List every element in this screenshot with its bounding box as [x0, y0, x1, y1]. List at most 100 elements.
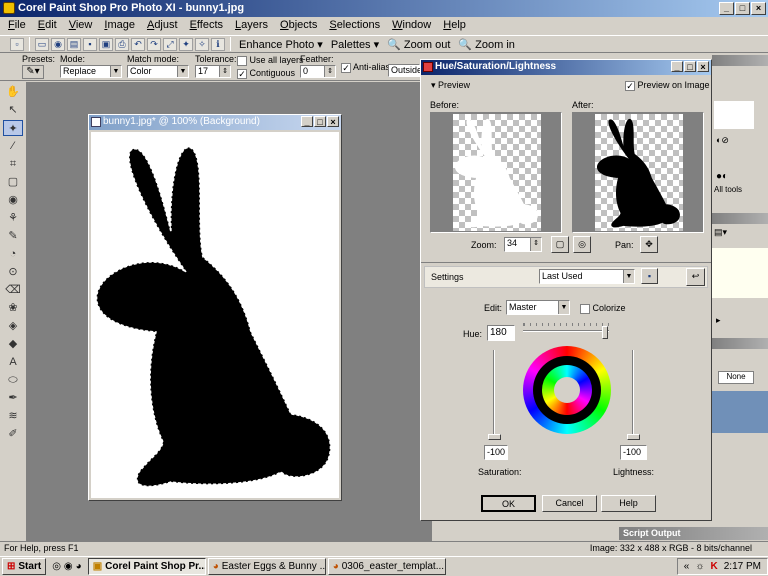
menu-window[interactable]: Window: [386, 17, 437, 35]
one-step-fix-icon[interactable]: ✦: [179, 37, 193, 51]
colorize-checkbox[interactable]: Colorize: [580, 303, 626, 314]
dialog-minimize-button[interactable]: _: [671, 61, 683, 72]
save-preset-button[interactable]: ▪: [641, 268, 658, 284]
color-wheel[interactable]: [523, 346, 611, 434]
help-button[interactable]: Help: [601, 495, 656, 512]
zoom-field[interactable]: 34 ⇕: [504, 237, 542, 252]
smart-fix-icon[interactable]: ✧: [195, 37, 209, 51]
zoom-in-button[interactable]: 🔍 Zoom in: [455, 38, 518, 51]
none-field[interactable]: None: [718, 371, 754, 384]
hue-slider[interactable]: [523, 323, 609, 340]
menu-selections[interactable]: Selections: [323, 17, 386, 35]
menu-image[interactable]: Image: [98, 17, 141, 35]
open-folder-icon[interactable]: ▭: [35, 37, 49, 51]
red-eye-tool-icon[interactable]: ◉: [3, 192, 23, 208]
menu-view[interactable]: View: [63, 17, 99, 35]
reset-button[interactable]: ↩: [686, 268, 705, 286]
menu-edit[interactable]: Edit: [32, 17, 63, 35]
maximize-button[interactable]: □: [735, 2, 750, 15]
contiguous-checkbox[interactable]: ✓ Contiguous: [237, 68, 295, 79]
browser-icon[interactable]: ◎: [52, 561, 61, 572]
move-tool-icon[interactable]: ▢: [3, 174, 23, 190]
media-icon[interactable]: ◉: [64, 561, 73, 572]
fill-tool-icon[interactable]: ◈: [3, 318, 23, 334]
oil-brush-icon[interactable]: ✐: [3, 426, 23, 442]
zoom-out-button[interactable]: 🔍 Zoom out: [384, 38, 453, 51]
settings-select[interactable]: Last Used ▼: [539, 269, 635, 284]
task-easter-template[interactable]: ◕ 0306_easter_templat...: [327, 558, 446, 575]
browse-icon[interactable]: ◉: [51, 37, 65, 51]
tray-k-icon[interactable]: K: [711, 561, 718, 572]
palettes-button[interactable]: Palettes ▾: [328, 38, 382, 51]
preset-shape-icon[interactable]: ⬭: [3, 372, 23, 388]
saturation-slider-thumb[interactable]: [488, 434, 501, 440]
pick-tool-icon[interactable]: ↖: [3, 102, 23, 118]
firefox-icon[interactable]: ◕: [76, 561, 82, 572]
info-icon[interactable]: ℹ: [211, 37, 225, 51]
menu-file[interactable]: File: [2, 17, 32, 35]
close-button[interactable]: ×: [751, 2, 766, 15]
hue-slider-thumb[interactable]: [602, 326, 609, 339]
task-paintshop[interactable]: ▣ Corel Paint Shop Pr...: [87, 558, 206, 575]
preview-on-image-checkbox[interactable]: ✓ Preview on Image: [625, 80, 710, 91]
menu-adjust[interactable]: Adjust: [141, 17, 184, 35]
cancel-button[interactable]: Cancel: [542, 495, 597, 512]
menu-help[interactable]: Help: [437, 17, 472, 35]
undo-icon[interactable]: ↶: [131, 37, 145, 51]
doc-maximize-button[interactable]: □: [314, 116, 326, 127]
clone-tool-icon[interactable]: ⚘: [3, 210, 23, 226]
print-icon[interactable]: ⎙: [115, 37, 129, 51]
edit-select[interactable]: Master ▼: [506, 300, 570, 315]
text-tool-icon[interactable]: A: [3, 354, 23, 370]
pan-tool-icon[interactable]: ✋: [3, 84, 23, 100]
dialog-close-button[interactable]: ×: [697, 61, 709, 72]
new-file-icon[interactable]: ▫: [10, 37, 24, 51]
minimize-button[interactable]: _: [719, 2, 734, 15]
saturation-field[interactable]: -100: [484, 445, 508, 460]
doc-minimize-button[interactable]: _: [301, 116, 313, 127]
dropper-tool-icon[interactable]: ⁄: [3, 138, 23, 154]
save-as-icon[interactable]: ▣: [99, 37, 113, 51]
lightness-slider[interactable]: [627, 350, 641, 440]
mode-select[interactable]: Replace ▼: [60, 65, 122, 78]
shape-tool-icon[interactable]: ◆: [3, 336, 23, 352]
anti-alias-mode-select[interactable]: Outside: [388, 64, 422, 77]
pen-tool-icon[interactable]: ✒: [3, 390, 23, 406]
presets-wand-icon[interactable]: ✎▾: [22, 65, 44, 79]
image-canvas[interactable]: [91, 132, 339, 498]
layer-dropdown-icon[interactable]: ▤▾: [714, 227, 727, 238]
material-swatch[interactable]: [714, 101, 754, 129]
use-all-layers-checkbox[interactable]: Use all layers: [237, 55, 304, 66]
save-icon[interactable]: ▪: [83, 37, 97, 51]
magic-wand-tool-icon[interactable]: ✦: [3, 120, 23, 136]
swatch-controls-icon[interactable]: ◐⊘: [716, 135, 729, 146]
pan-button[interactable]: ✥: [640, 236, 658, 253]
match-mode-select[interactable]: Color ▼: [127, 65, 189, 78]
redo-icon[interactable]: ↷: [147, 37, 161, 51]
lightness-slider-thumb[interactable]: [627, 434, 640, 440]
brush-tool-icon[interactable]: ✎: [3, 228, 23, 244]
menu-effects[interactable]: Effects: [184, 17, 229, 35]
zoom-fit-button[interactable]: ▢: [551, 236, 569, 253]
anti-alias-checkbox[interactable]: ✓ Anti-alias: [341, 62, 390, 73]
resize-icon[interactable]: ⤢: [163, 37, 177, 51]
hue-field[interactable]: 180: [487, 325, 515, 341]
crop-tool-icon[interactable]: ⌗: [3, 156, 23, 172]
feather-field[interactable]: 0 ⇕: [300, 65, 336, 78]
menu-layers[interactable]: Layers: [229, 17, 274, 35]
target-tool-icon[interactable]: ⊙: [3, 264, 23, 280]
tray-arrows-icon[interactable]: «: [684, 561, 690, 572]
layer-arrow-icon[interactable]: ▸: [716, 315, 721, 326]
tolerance-field[interactable]: 17 ⇕: [195, 65, 231, 78]
eraser-tool-icon[interactable]: ⌫: [3, 282, 23, 298]
lightness-field[interactable]: -100: [620, 445, 647, 460]
doc-close-button[interactable]: ×: [327, 116, 339, 127]
warp-brush-icon[interactable]: ≋: [3, 408, 23, 424]
task-easter-eggs[interactable]: ◕ Easter Eggs & Bunny ...: [207, 558, 326, 575]
enhance-photo-button[interactable]: Enhance Photo ▾: [236, 38, 326, 51]
dialog-maximize-button[interactable]: □: [684, 61, 696, 72]
saturation-slider[interactable]: [488, 350, 502, 440]
tray-network-icon[interactable]: ☼: [695, 561, 704, 572]
start-button[interactable]: ⊞ Start: [2, 558, 47, 575]
ok-button[interactable]: OK: [481, 495, 536, 512]
